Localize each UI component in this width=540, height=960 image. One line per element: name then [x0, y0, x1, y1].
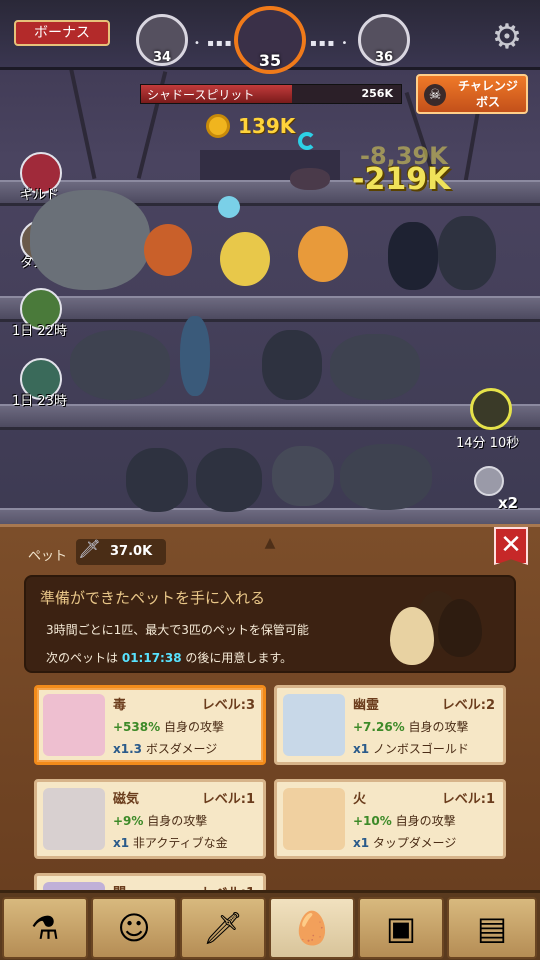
golem-hero[interactable] [30, 190, 150, 290]
stage-current: 35 [234, 6, 306, 74]
fire-pet-icon [283, 788, 345, 850]
egg-ready-icon [390, 607, 434, 665]
multiplier-label: x2 [498, 494, 519, 512]
pet-panel: ペット 37.0K 🗡 ▲ ✕ 準備ができたペットを手に入れる 3時間ごとに1匹… [0, 524, 540, 893]
ghost-enemy[interactable] [126, 448, 188, 512]
poison-pet [290, 168, 330, 190]
next-pet-timer: 01:17:38 [121, 651, 182, 665]
nav-weapon[interactable]: 🗡 [180, 897, 266, 959]
ghost-enemy[interactable] [438, 216, 496, 290]
event-timer-1: 1日 22時 [12, 324, 67, 339]
info-line-2: 次のペットは 01:17:38 の後に用意します。 [46, 651, 293, 665]
gold-amount: 139K [238, 114, 296, 138]
pet-info-box: 準備ができたペットを手に入れる 3時間ごとに1匹、最大で3匹のペットを保管可能 … [24, 575, 516, 673]
ghost-enemy[interactable] [262, 330, 322, 400]
floor-ledge [0, 404, 540, 430]
magnet-pet-icon [43, 788, 105, 850]
egg-icon: 🥚 [292, 909, 332, 947]
gold-counter: 139K [206, 114, 295, 138]
panel-collapse-handle[interactable]: ▲ [250, 535, 290, 553]
info-line-1: 3時間ごとに1匹、最大で3匹のペットを保管可能 [46, 623, 309, 637]
elf-hero[interactable] [220, 232, 270, 286]
bottom-nav: ⚗ ☺ 🗡 🥚 ▣ ▤ [0, 890, 540, 960]
warrior-hero[interactable] [298, 226, 348, 282]
sword-pickup [180, 316, 210, 396]
boss-name: シャドースピリット [147, 88, 255, 102]
skill-timer: 14分 10秒 [456, 436, 520, 451]
chest-icon: ▤ [476, 909, 508, 947]
stage-dots: ▪▪▪ • [310, 38, 350, 49]
stage-prev: 34 [136, 14, 188, 66]
challenge-boss-button[interactable]: ☠ チャレンジボス [416, 74, 528, 114]
skill-button[interactable] [470, 388, 512, 430]
shadow-spirit-boss[interactable] [388, 222, 438, 290]
bonus-button[interactable]: ボーナス [14, 20, 110, 46]
archer-hero[interactable] [144, 224, 192, 276]
pet-panel-label: ペット [28, 549, 68, 564]
boss-hp: 256K [361, 87, 394, 100]
close-button[interactable]: ✕ [494, 527, 528, 565]
challenge-label: チャレンジ [458, 79, 518, 93]
damage-number: -219K [352, 162, 451, 197]
gargoyle-enemy[interactable] [70, 330, 170, 400]
ghost-pet-icon [283, 694, 345, 756]
stage-dots: • ▪▪▪ [194, 38, 234, 49]
pet-card-fire[interactable]: 火 レベル:1 +10% 自身の攻撃 x1 タップダメージ [274, 779, 506, 859]
poison-pet-icon [43, 694, 105, 756]
event-timer-2: 1日 23時 [12, 394, 67, 409]
floor-ledge [0, 296, 540, 322]
challenge-label-boss: ボス [475, 95, 500, 109]
fairy-icon[interactable] [474, 466, 504, 496]
boss-health-bar: シャドースピリット 256K [140, 84, 402, 104]
coin-icon [206, 114, 230, 138]
fairy-companion [218, 196, 240, 218]
nav-potion[interactable]: ⚗ [2, 897, 88, 959]
nav-pet[interactable]: 🥚 [269, 897, 355, 959]
pet-card-poison[interactable]: 毒 レベル:3 +538% 自身の攻撃 x1.3 ボスダメージ [34, 685, 266, 765]
artifact-icon: ▣ [385, 909, 417, 947]
sword-icon: 🗡 [78, 539, 101, 560]
nav-chest[interactable]: ▤ [447, 897, 537, 959]
timer-ring-icon [298, 132, 316, 150]
egg-slot-icon [438, 599, 482, 657]
gargoyle-enemy[interactable] [340, 444, 432, 510]
skull-icon: ☠ [424, 84, 446, 106]
potion-icon: ⚗ [30, 909, 60, 947]
info-title: 準備ができたペットを手に入れる [40, 589, 266, 607]
ghost-enemy[interactable] [196, 448, 262, 512]
nav-hero[interactable]: ☺ [91, 897, 177, 959]
pet-card-ghost[interactable]: 幽霊 レベル:2 +7.26% 自身の攻撃 x1 ノンボスゴールド [274, 685, 506, 765]
background-tree [67, 60, 97, 180]
sword-icon: 🗡 [202, 909, 244, 947]
nav-artifact[interactable]: ▣ [358, 897, 444, 959]
game-scene[interactable]: ボーナス 34 • ▪▪▪ 35 ▪▪▪ • 36 ⚙ シャドースピリット 25… [0, 0, 540, 528]
pot-enemy[interactable] [272, 446, 334, 506]
stage-next: 36 [358, 14, 410, 66]
gear-icon[interactable]: ⚙ [488, 18, 526, 56]
gargoyle-enemy[interactable] [330, 334, 420, 400]
pet-card-magnet[interactable]: 磁気 レベル:1 +9% 自身の攻撃 x1 非アクティブな金 [34, 779, 266, 859]
hero-icon: ☺ [117, 909, 151, 947]
